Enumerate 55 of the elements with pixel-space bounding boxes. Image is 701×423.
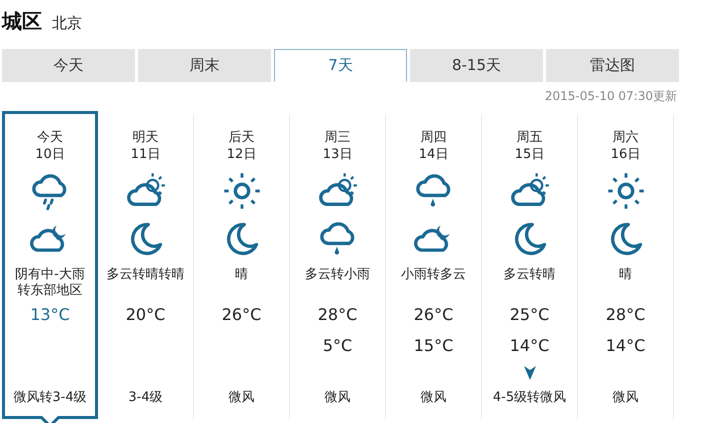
district-title: 城区 — [2, 8, 42, 35]
tab[interactable]: 今天 — [2, 49, 135, 82]
tab[interactable]: 雷达图 — [546, 49, 679, 82]
day-column[interactable]: 周六 16日 晴 28°C 14°C 微风 — [578, 115, 674, 419]
day-name: 周三 — [324, 129, 350, 146]
tab[interactable]: 周末 — [138, 49, 271, 82]
day-date: 12日 — [226, 146, 256, 163]
high-temperature: 28°C — [318, 305, 358, 325]
low-temperature: 14°C — [510, 336, 550, 355]
high-temperature: 26°C — [222, 305, 262, 325]
tab[interactable]: 7天 — [274, 49, 407, 82]
high-temperature: 20°C — [126, 305, 166, 325]
weather-description: 多云转晴转晴 — [106, 267, 186, 284]
weather-description: 晴 — [234, 267, 249, 284]
day-name: 后天 — [228, 129, 254, 146]
day-column[interactable]: 周四 14日 小雨转多云 26°C 15°C 微风 — [386, 115, 482, 419]
wind-text: 微风 — [612, 389, 638, 406]
sun-icon — [606, 171, 646, 211]
weather-description: 阴有中-大雨转东部地区 — [14, 267, 86, 300]
day-date: 11日 — [130, 146, 160, 163]
day-date: 16日 — [610, 146, 640, 163]
day-date: 10日 — [35, 146, 65, 163]
tab[interactable]: 8-15天 — [410, 49, 543, 82]
wind-text: 4-5级转微风 — [492, 389, 566, 406]
day-name: 周五 — [516, 129, 542, 146]
day-column[interactable]: 明天 11日 多云转晴转晴 20°C 3-4级 — [98, 115, 194, 419]
sun-icon — [222, 171, 262, 211]
day-name: 周四 — [420, 129, 446, 146]
update-time: 2015-05-10 07:30更新 — [544, 88, 677, 105]
day-name: 周六 — [612, 129, 638, 146]
weather-description: 多云转小雨 — [304, 267, 371, 284]
wind-text: 微风 — [324, 389, 350, 406]
high-temperature: 25°C — [510, 305, 550, 325]
low-temperature: 15°C — [414, 336, 454, 355]
wind-text: 3-4级 — [128, 389, 163, 406]
day-date: 14日 — [418, 146, 448, 163]
day-column[interactable]: 后天 12日 晴 26°C 微风 — [194, 115, 290, 419]
day-date: 15日 — [514, 146, 544, 163]
high-temperature: 26°C — [414, 305, 454, 325]
day-name: 明天 — [132, 129, 158, 146]
day-date: 13日 — [322, 146, 352, 163]
weather-description: 小雨转多云 — [400, 267, 467, 284]
weather-description: 多云转晴 — [502, 267, 556, 284]
city-name: 北京 — [52, 14, 82, 33]
low-temperature: 14°C — [606, 336, 646, 355]
high-temperature: 13°C — [30, 305, 70, 325]
wind-text: 微风 — [420, 389, 446, 406]
day-column[interactable]: 周五 15日 多云转晴 25°C 14°C 4-5级转微风 — [482, 115, 578, 419]
day-column[interactable]: 周三 13日 多云转小雨 28°C 5°C 微风 — [290, 115, 386, 419]
low-temperature: 5°C — [322, 336, 352, 355]
wind-text: 微风转3-4级 — [13, 389, 87, 406]
wind-text: 微风 — [228, 389, 254, 406]
high-temperature: 28°C — [606, 305, 646, 325]
day-name: 今天 — [37, 129, 63, 146]
weather-description: 晴 — [618, 267, 633, 284]
